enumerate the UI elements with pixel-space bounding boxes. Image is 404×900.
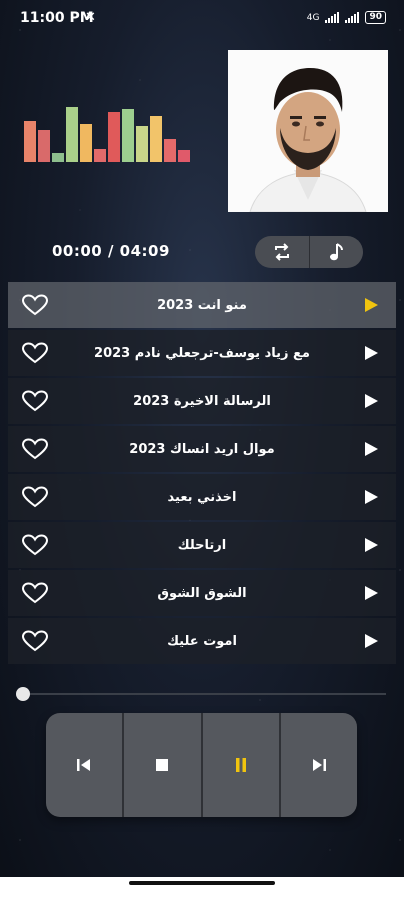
equalizer-bar bbox=[80, 124, 92, 162]
playlist-row[interactable]: مع زياد يوسف-ترجعلي نادم 2023 bbox=[8, 330, 396, 376]
music-note-icon bbox=[330, 243, 344, 261]
heart-icon[interactable] bbox=[21, 342, 49, 364]
equalizer-bar bbox=[24, 121, 36, 162]
repeat-button[interactable] bbox=[255, 236, 309, 268]
track-title: منو انت 2023 bbox=[157, 297, 247, 313]
equalizer-bar bbox=[136, 126, 148, 162]
transport-controls bbox=[46, 713, 357, 817]
heart-icon[interactable] bbox=[21, 390, 49, 412]
notification-off-icon: ✕ bbox=[85, 10, 96, 25]
system-navigation-bar bbox=[0, 877, 404, 900]
music-note-button[interactable] bbox=[308, 236, 364, 268]
playlist-row[interactable]: منو انت 2023 bbox=[8, 282, 396, 328]
next-icon bbox=[312, 759, 326, 771]
play-icon[interactable] bbox=[365, 586, 378, 600]
track-title: الشوق الشوق bbox=[157, 585, 247, 601]
play-icon[interactable] bbox=[365, 394, 378, 408]
track-title: اموت عليك bbox=[167, 633, 237, 649]
track-title: مع زياد يوسف-ترجعلي نادم 2023 bbox=[94, 345, 310, 361]
next-button[interactable] bbox=[278, 713, 357, 817]
play-icon[interactable] bbox=[365, 490, 378, 504]
heart-icon[interactable] bbox=[21, 534, 49, 556]
track-title: الرسالة الاخيرة 2023 bbox=[133, 393, 271, 409]
playback-time: 00:00 / 04:09 bbox=[52, 242, 170, 260]
stop-icon bbox=[156, 759, 169, 771]
previous-button[interactable] bbox=[46, 713, 122, 817]
equalizer-bar bbox=[108, 112, 120, 162]
seek-track bbox=[18, 693, 386, 695]
equalizer-bar bbox=[94, 149, 106, 162]
play-icon[interactable] bbox=[365, 346, 378, 360]
heart-icon[interactable] bbox=[21, 486, 49, 508]
equalizer-bar bbox=[150, 116, 162, 162]
equalizer-bar bbox=[38, 130, 50, 162]
playlist: منو انت 2023 مع زياد يوسف-ترجعلي نادم 202… bbox=[8, 282, 396, 666]
status-indicators: 4G 90 bbox=[307, 11, 386, 24]
stop-button[interactable] bbox=[122, 713, 200, 817]
playlist-row[interactable]: ارتاحلك bbox=[8, 522, 396, 568]
track-title: اخذني بعيد bbox=[167, 489, 237, 505]
seek-thumb[interactable] bbox=[16, 687, 30, 701]
heart-icon[interactable] bbox=[21, 438, 49, 460]
pause-button[interactable] bbox=[200, 713, 279, 817]
equalizer-visualizer bbox=[24, 104, 194, 162]
equalizer-bar bbox=[164, 139, 176, 162]
player-options-group bbox=[255, 236, 363, 268]
heart-icon[interactable] bbox=[21, 582, 49, 604]
play-icon[interactable] bbox=[365, 442, 378, 456]
home-gesture-handle[interactable] bbox=[129, 881, 275, 885]
previous-icon bbox=[77, 759, 91, 771]
track-title: ارتاحلك bbox=[177, 537, 227, 553]
signal-icon bbox=[325, 12, 340, 23]
heart-icon[interactable] bbox=[21, 630, 49, 652]
equalizer-bar bbox=[66, 107, 78, 162]
play-icon[interactable] bbox=[365, 538, 378, 552]
repeat-icon bbox=[274, 243, 289, 261]
battery-icon: 90 bbox=[365, 11, 386, 24]
heart-icon[interactable] bbox=[21, 294, 49, 316]
playlist-row[interactable]: الشوق الشوق bbox=[8, 570, 396, 616]
equalizer-bar bbox=[178, 150, 190, 162]
pause-icon bbox=[235, 758, 246, 772]
signal-icon-2 bbox=[345, 12, 360, 23]
playlist-row[interactable]: الرسالة الاخيرة 2023 bbox=[8, 378, 396, 424]
playlist-row[interactable]: اخذني بعيد bbox=[8, 474, 396, 520]
equalizer-bar bbox=[52, 153, 64, 162]
seek-bar[interactable] bbox=[16, 687, 386, 701]
status-bar: 11:00 PM ✕ 4G 90 bbox=[0, 0, 404, 38]
status-time: 11:00 PM bbox=[20, 10, 94, 26]
equalizer-bar bbox=[122, 109, 134, 162]
track-title: موال اريد انساك 2023 bbox=[129, 441, 275, 457]
network-type: 4G bbox=[306, 12, 320, 23]
play-icon[interactable] bbox=[365, 298, 378, 312]
album-art bbox=[228, 50, 388, 212]
play-icon[interactable] bbox=[365, 634, 378, 648]
playlist-row[interactable]: موال اريد انساك 2023 bbox=[8, 426, 396, 472]
playlist-row[interactable]: اموت عليك bbox=[8, 618, 396, 664]
